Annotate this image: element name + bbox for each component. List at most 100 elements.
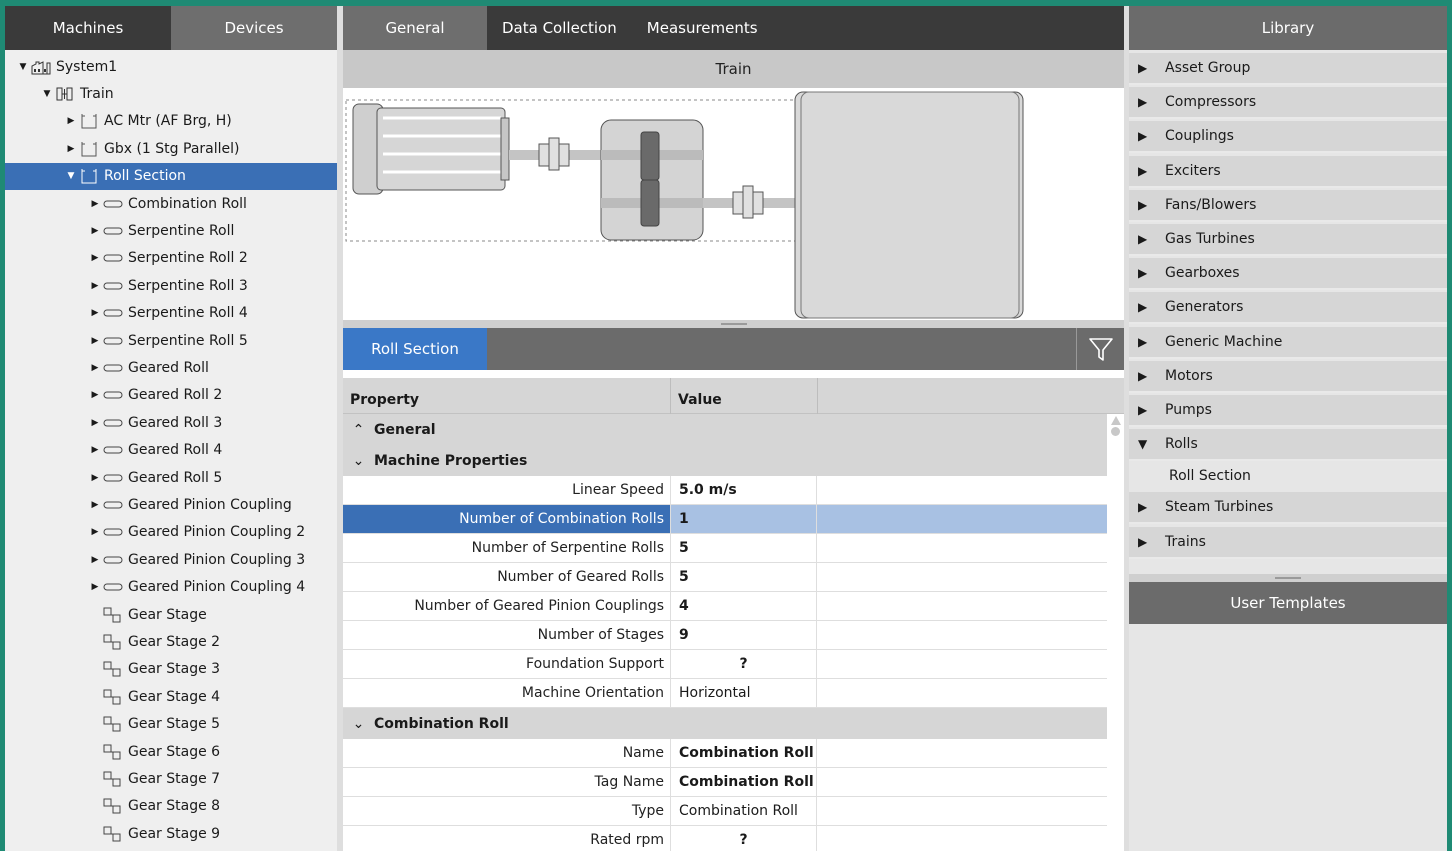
expand-arrow-icon[interactable]: ▶ <box>89 253 101 263</box>
library-item[interactable]: ▼ Rolls <box>1129 429 1447 462</box>
tab-measurements[interactable]: Measurements <box>632 6 773 50</box>
library-item[interactable]: ▶ Exciters <box>1129 155 1447 188</box>
library-item[interactable]: ▶ Couplings <box>1129 121 1447 154</box>
collapse-arrow-icon[interactable]: ▼ <box>65 171 77 181</box>
tree-node[interactable]: ▶ AC Mtr (AF Brg, H) <box>5 108 337 135</box>
grid-group-header[interactable]: ⌄ Machine Properties <box>343 445 1107 476</box>
tree-node[interactable]: ▶ Geared Pinion Coupling 4 <box>5 574 337 601</box>
tree-node[interactable]: ▶ Geared Roll 3 <box>5 409 337 436</box>
tree-node[interactable]: ▼ Train <box>5 80 337 107</box>
tree-node[interactable]: ▶ Serpentine Roll 5 <box>5 327 337 354</box>
library-item[interactable]: ▶ Gas Turbines <box>1129 224 1447 256</box>
collapse-chevron-icon[interactable]: ⌃ <box>343 422 374 438</box>
coupling-1[interactable] <box>538 137 570 171</box>
expand-chevron-icon[interactable]: ⌄ <box>343 453 374 469</box>
expand-arrow-icon[interactable]: ▶ <box>1129 403 1165 417</box>
property-row[interactable]: Linear Speed 5.0 m/s <box>343 476 1107 505</box>
library-item[interactable]: ▶ Generic Machine <box>1129 326 1447 359</box>
tree-node[interactable]: Gear Stage 5 <box>5 711 337 738</box>
property-row[interactable]: Foundation Support? <box>343 650 1107 679</box>
filter-icon[interactable] <box>1076 328 1124 370</box>
tree-node[interactable]: ▶ Serpentine Roll 2 <box>5 245 337 272</box>
roll-section-graphic[interactable] <box>794 91 1024 319</box>
tree-node[interactable]: ▶ Geared Roll 5 <box>5 464 337 491</box>
motor-graphic[interactable] <box>352 103 510 195</box>
expand-arrow-icon[interactable]: ▶ <box>1129 198 1165 212</box>
tab-general[interactable]: General <box>343 6 487 50</box>
tab-machines[interactable]: Machines <box>5 6 171 50</box>
expand-arrow-icon[interactable]: ▶ <box>1129 266 1165 280</box>
tab-data-collection[interactable]: Data Collection <box>487 6 632 50</box>
property-row[interactable]: Number of Geared Rolls 5 <box>343 563 1107 592</box>
library-item[interactable]: ▶ Gearboxes <box>1129 258 1447 291</box>
tree-node[interactable]: ▶ Geared Pinion Coupling 2 <box>5 519 337 546</box>
expand-arrow-icon[interactable]: ▶ <box>89 500 101 510</box>
tree-node[interactable]: ▼ Roll Section <box>5 162 337 190</box>
tree-node[interactable]: Gear Stage 2 <box>5 628 337 655</box>
tree-node[interactable]: Gear Stage 3 <box>5 656 337 683</box>
property-value[interactable]: 5 <box>670 563 817 591</box>
library-item[interactable]: ▶ Steam Turbines <box>1129 492 1447 525</box>
expand-arrow-icon[interactable]: ▶ <box>89 527 101 537</box>
expand-arrow-icon[interactable]: ▶ <box>89 555 101 565</box>
tree-node[interactable]: ▶ Serpentine Roll 3 <box>5 272 337 299</box>
expand-arrow-icon[interactable]: ▶ <box>1129 95 1165 109</box>
tree-node[interactable]: ▶ Gbx (1 Stg Parallel) <box>5 135 337 162</box>
library-subitem[interactable]: Roll Section <box>1129 461 1447 492</box>
library-item[interactable]: ▶ Generators <box>1129 292 1447 325</box>
property-row[interactable]: Rated rpm? <box>343 826 1107 851</box>
property-row[interactable]: Type Combination Roll <box>343 797 1107 826</box>
expand-arrow-icon[interactable]: ▶ <box>1129 500 1165 514</box>
property-value[interactable]: Horizontal <box>670 679 817 707</box>
expand-arrow-icon[interactable]: ▶ <box>89 390 101 400</box>
expand-arrow-icon[interactable]: ▶ <box>89 336 101 346</box>
property-value[interactable]: ? <box>670 826 817 851</box>
tree-node[interactable]: Gear Stage 8 <box>5 793 337 820</box>
property-row[interactable]: Number of Geared Pinion Couplings 4 <box>343 592 1107 621</box>
property-row[interactable]: Number of Serpentine Rolls 5 <box>343 534 1107 563</box>
tree-node[interactable]: Gear Stage 4 <box>5 683 337 710</box>
scroll-up-icon[interactable] <box>1111 416 1121 425</box>
library-splitter[interactable] <box>1129 574 1447 582</box>
grid-group-header[interactable]: ⌃ General <box>343 414 1107 445</box>
property-value[interactable]: 1 <box>670 505 817 533</box>
expand-arrow-icon[interactable]: ▶ <box>1129 164 1165 178</box>
tree-node[interactable]: ▶ Serpentine Roll 4 <box>5 300 337 327</box>
library-item[interactable]: ▶ Motors <box>1129 360 1447 393</box>
expand-arrow-icon[interactable]: ▶ <box>89 473 101 483</box>
tree-node[interactable]: Gear Stage 6 <box>5 738 337 765</box>
tree-node[interactable]: Gear Stage 9 <box>5 820 337 847</box>
expand-chevron-icon[interactable]: ⌄ <box>343 716 374 732</box>
expand-arrow-icon[interactable]: ▶ <box>1129 232 1165 246</box>
tree-node[interactable]: Gear Stage <box>5 601 337 628</box>
property-value[interactable]: 5.0 m/s <box>670 476 817 504</box>
expand-arrow-icon[interactable]: ▶ <box>1129 300 1165 314</box>
tree-node[interactable]: ▶ Geared Pinion Coupling 3 <box>5 546 337 573</box>
collapse-arrow-icon[interactable]: ▼ <box>41 89 53 99</box>
property-row[interactable]: Name Combination Roll <box>343 739 1107 768</box>
expand-arrow-icon[interactable]: ▶ <box>89 418 101 428</box>
library-item[interactable]: ▶ Pumps <box>1129 395 1447 427</box>
library-item[interactable]: ▶ Fans/Blowers <box>1129 189 1447 222</box>
collapse-arrow-icon[interactable]: ▼ <box>17 62 29 72</box>
expand-arrow-icon[interactable]: ▶ <box>1129 369 1165 383</box>
expand-arrow-icon[interactable]: ▶ <box>1129 535 1165 549</box>
coupling-2[interactable] <box>732 185 764 219</box>
tree-node[interactable]: ▶ Serpentine Roll <box>5 217 337 244</box>
expand-arrow-icon[interactable]: ▶ <box>65 116 77 126</box>
expand-arrow-icon[interactable]: ▶ <box>65 144 77 154</box>
expand-arrow-icon[interactable]: ▶ <box>89 582 101 592</box>
expand-arrow-icon[interactable]: ▶ <box>1129 129 1165 143</box>
grid-scrollbar[interactable] <box>1107 414 1124 851</box>
scroll-thumb[interactable] <box>1111 427 1120 436</box>
property-row[interactable]: Machine Orientation Horizontal <box>343 679 1107 708</box>
tree-node[interactable]: ▶ Geared Pinion Coupling <box>5 491 337 518</box>
expand-arrow-icon[interactable]: ▶ <box>1129 335 1165 349</box>
expand-arrow-icon[interactable]: ▶ <box>89 199 101 209</box>
tab-roll-section[interactable]: Roll Section <box>343 328 487 370</box>
expand-arrow-icon[interactable]: ▶ <box>89 445 101 455</box>
expand-arrow-icon[interactable]: ▶ <box>1129 61 1165 75</box>
property-row[interactable]: Number of Stages 9 <box>343 621 1107 650</box>
library-item[interactable]: ▶ Asset Group <box>1129 53 1447 85</box>
property-value[interactable]: ? <box>670 650 817 678</box>
